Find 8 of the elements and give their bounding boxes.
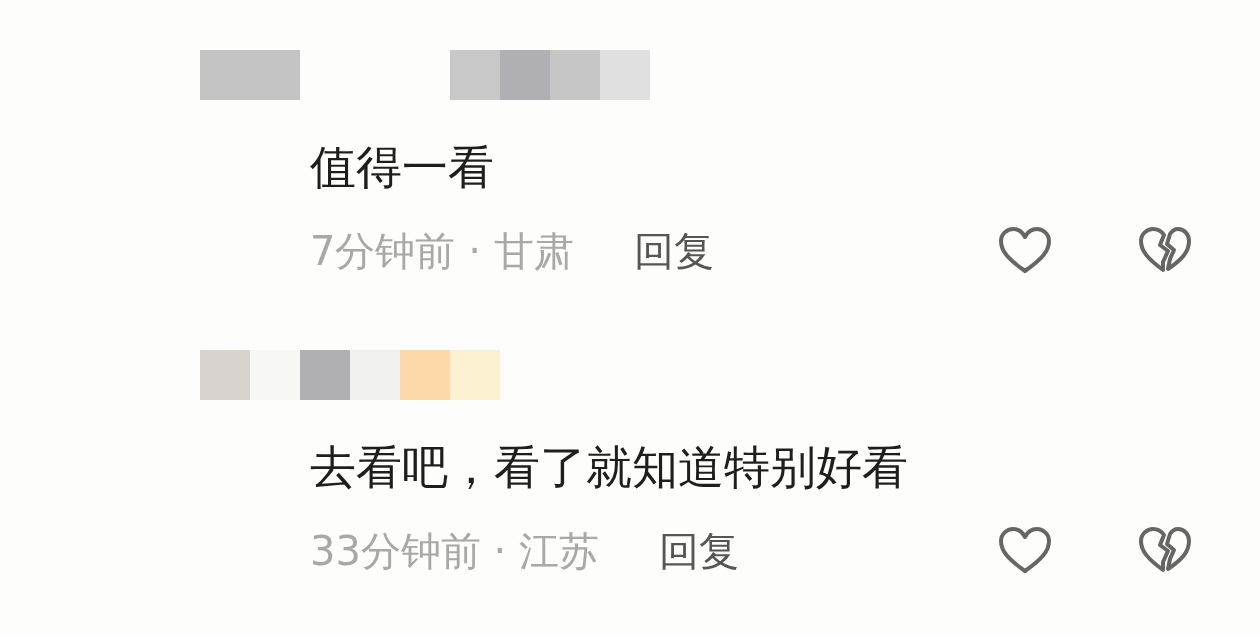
comment-text: 去看吧，看了就知道特别好看 bbox=[310, 439, 908, 496]
comment-meta: 33分钟前 · 江苏 bbox=[310, 526, 600, 576]
heart-icon[interactable] bbox=[998, 526, 1052, 576]
comment-meta: 7分钟前 · 甘肃 bbox=[310, 226, 574, 276]
comment-text: 值得一看 bbox=[310, 139, 494, 196]
heart-icon[interactable] bbox=[998, 226, 1052, 276]
reply-link[interactable]: 回复 bbox=[659, 523, 740, 579]
reply-link[interactable]: 回复 bbox=[633, 223, 714, 279]
